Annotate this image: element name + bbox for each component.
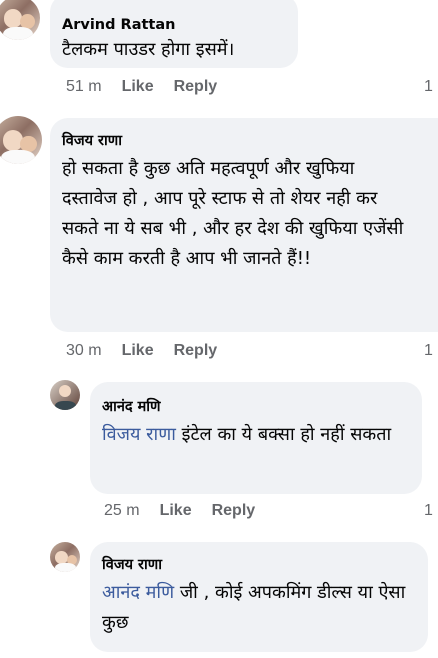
comment-actions: 25 m Like Reply	[104, 502, 255, 520]
reaction-count: 1	[424, 502, 433, 519]
mention-link[interactable]: विजय राणा	[102, 424, 176, 445]
comment-author[interactable]: विजय राणा	[102, 556, 416, 574]
comment-bubble: विजय राणा हो सकता है कुछ अति महत्वपूर्ण …	[50, 118, 438, 332]
comment-text: आनंद मणि जी , कोई अपकमिंग डील्स या ऐसा क…	[102, 578, 418, 638]
comment-text: विजय राणा इंटेल का ये बक्सा हो नहीं सकता	[102, 420, 412, 450]
comment-author[interactable]: Arvind Rattan	[62, 16, 286, 34]
reply-button[interactable]: Reply	[174, 342, 218, 360]
reaction-count: 1	[424, 342, 433, 359]
comment-bubble: विजय राणा आनंद मणि जी , कोई अपकमिंग डील्…	[90, 542, 428, 652]
comment-text-rest: इंटेल का ये बक्सा हो नहीं सकता	[175, 424, 392, 445]
reply-button[interactable]: Reply	[212, 502, 256, 520]
comment-actions: 30 m Like Reply	[66, 342, 217, 360]
like-button[interactable]: Like	[122, 78, 154, 96]
comment-time: 51 m	[66, 78, 102, 95]
avatar[interactable]	[0, 0, 40, 40]
comment-bubble: Arvind Rattan टैलकम पाउडर होगा इसमें।	[50, 0, 298, 68]
comment-actions: 51 m Like Reply	[66, 78, 217, 96]
comment-time: 25 m	[104, 502, 140, 519]
avatar[interactable]	[50, 380, 80, 410]
like-button[interactable]: Like	[122, 342, 154, 360]
avatar[interactable]	[0, 116, 42, 164]
comment-author[interactable]: आनंद मणि	[102, 398, 410, 416]
reaction-count: 1	[424, 78, 433, 95]
mention-link[interactable]: आनंद मणि	[102, 582, 174, 603]
comment-text: टैलकम पाउडर होगा इसमें।	[62, 39, 235, 60]
comment-author[interactable]: विजय राणा	[62, 132, 430, 150]
comment-bubble: आनंद मणि विजय राणा इंटेल का ये बक्सा हो …	[90, 382, 422, 494]
avatar[interactable]	[50, 542, 80, 572]
reply-button[interactable]: Reply	[174, 78, 218, 96]
comment-time: 30 m	[66, 342, 102, 359]
comment-text: हो सकता है कुछ अति महत्वपूर्ण और खुफिया …	[62, 158, 404, 269]
like-button[interactable]: Like	[160, 502, 192, 520]
